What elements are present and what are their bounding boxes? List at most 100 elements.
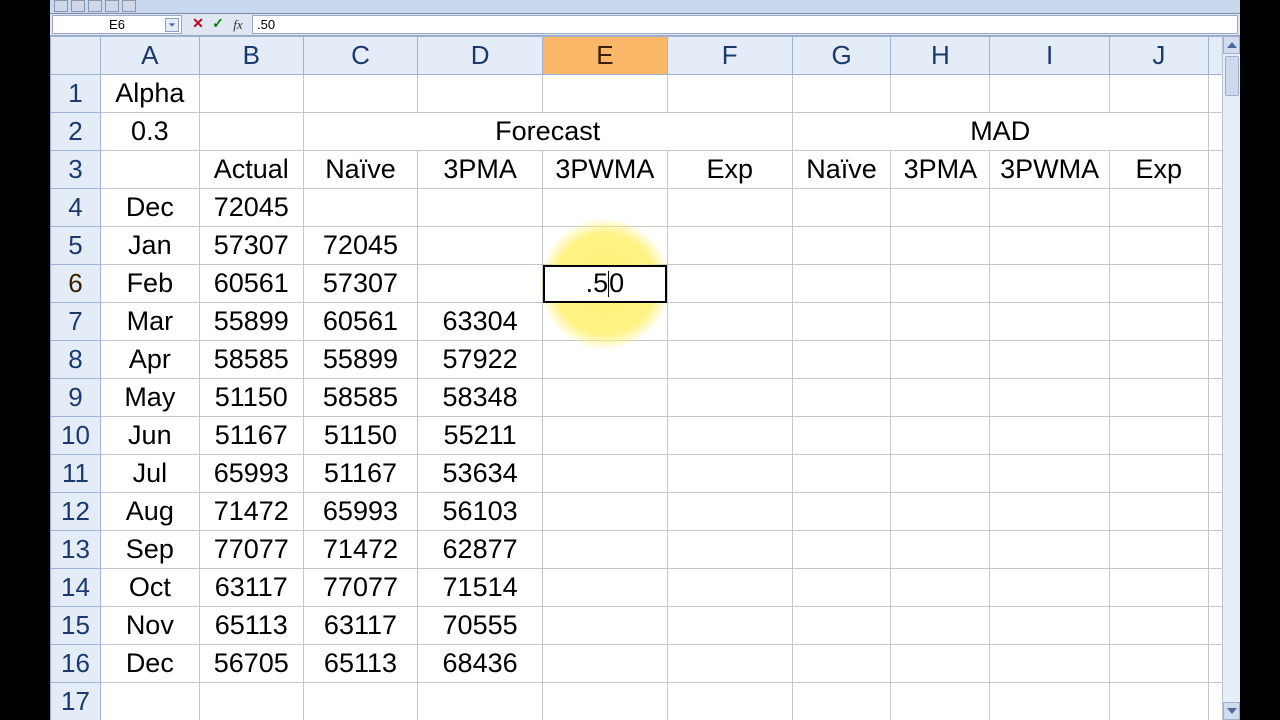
cell-3pma[interactable]: 70555 (418, 607, 543, 645)
row-header-15[interactable]: 15 (51, 607, 101, 645)
cell[interactable] (1109, 379, 1208, 417)
cell[interactable] (1109, 75, 1208, 113)
cell-3pma[interactable]: 71514 (418, 569, 543, 607)
cell[interactable] (891, 569, 990, 607)
cell-naive[interactable]: 51150 (303, 417, 417, 455)
cell-3pma[interactable]: 62877 (418, 531, 543, 569)
cell-naive[interactable]: 77077 (303, 569, 417, 607)
cell-actual[interactable]: 58585 (199, 341, 303, 379)
cell-exp[interactable] (667, 227, 792, 265)
cell-actual[interactable]: 55899 (199, 303, 303, 341)
cell-3pwma[interactable] (543, 341, 668, 379)
cell[interactable] (792, 607, 891, 645)
row-header-4[interactable]: 4 (51, 189, 101, 227)
cell-actual[interactable]: 65113 (199, 607, 303, 645)
cell-3pwma[interactable] (543, 455, 668, 493)
cell[interactable] (891, 683, 990, 720)
row-header-6[interactable]: 6 (51, 265, 101, 303)
cell-month[interactable]: Sep (100, 531, 199, 569)
cell[interactable] (990, 379, 1110, 417)
cell-3pma[interactable] (418, 227, 543, 265)
cell-exp[interactable] (667, 417, 792, 455)
header-mad-naive[interactable]: Naïve (792, 151, 891, 189)
worksheet-grid[interactable]: A B C D E F G H I J 1 Alpha 2 0.3 Foreca… (50, 36, 1240, 720)
cell-3pwma[interactable] (543, 227, 668, 265)
cell[interactable] (990, 683, 1110, 720)
column-header-G[interactable]: G (792, 37, 891, 75)
cell-naive[interactable]: 65993 (303, 493, 417, 531)
forecast-header[interactable]: Forecast (303, 113, 792, 151)
cell-A1[interactable]: Alpha (100, 75, 199, 113)
cell-3pma[interactable]: 58348 (418, 379, 543, 417)
cell-month[interactable]: Jul (100, 455, 199, 493)
header-exp[interactable]: Exp (667, 151, 792, 189)
cell[interactable] (891, 189, 990, 227)
cell-month[interactable]: Feb (100, 265, 199, 303)
cell-exp[interactable] (667, 569, 792, 607)
cell-month[interactable]: Apr (100, 341, 199, 379)
cell[interactable] (418, 75, 543, 113)
cell[interactable] (990, 607, 1110, 645)
cell-naive[interactable]: 58585 (303, 379, 417, 417)
cell-exp[interactable] (667, 493, 792, 531)
cell-exp[interactable] (667, 303, 792, 341)
cell[interactable] (303, 75, 417, 113)
cell-3pwma[interactable] (543, 303, 668, 341)
cell-3pma[interactable]: 53634 (418, 455, 543, 493)
column-header-B[interactable]: B (199, 37, 303, 75)
cell[interactable] (1109, 645, 1208, 683)
cell[interactable] (990, 569, 1110, 607)
cell[interactable] (1109, 455, 1208, 493)
cell-3pma[interactable] (418, 265, 543, 303)
cell-exp[interactable] (667, 645, 792, 683)
cell[interactable] (891, 75, 990, 113)
row-header-17[interactable]: 17 (51, 683, 101, 720)
cell[interactable] (792, 645, 891, 683)
cell[interactable] (792, 227, 891, 265)
cell-3pwma[interactable] (543, 607, 668, 645)
enter-button[interactable]: ✓ (210, 17, 226, 33)
column-header-E[interactable]: E (543, 37, 668, 75)
column-header-A[interactable]: A (100, 37, 199, 75)
cell[interactable] (303, 683, 417, 720)
cell[interactable] (1109, 265, 1208, 303)
cell[interactable] (1109, 607, 1208, 645)
cell[interactable] (990, 265, 1110, 303)
cell[interactable] (1109, 417, 1208, 455)
vertical-scrollbar[interactable] (1222, 36, 1240, 720)
mad-header[interactable]: MAD (792, 113, 1208, 151)
cell[interactable] (1109, 569, 1208, 607)
cell[interactable] (792, 265, 891, 303)
cell-month[interactable]: Dec (100, 645, 199, 683)
row-header-8[interactable]: 8 (51, 341, 101, 379)
cell[interactable] (891, 227, 990, 265)
row-header-16[interactable]: 16 (51, 645, 101, 683)
cell[interactable] (990, 303, 1110, 341)
cell[interactable] (891, 455, 990, 493)
cell-exp[interactable] (667, 379, 792, 417)
cell[interactable] (891, 607, 990, 645)
cell[interactable] (990, 417, 1110, 455)
row-header-9[interactable]: 9 (51, 379, 101, 417)
cell[interactable] (990, 645, 1110, 683)
cell-month[interactable]: May (100, 379, 199, 417)
cell-actual[interactable]: 56705 (199, 645, 303, 683)
name-box[interactable]: E6 (52, 15, 182, 34)
cell-3pwma[interactable] (543, 379, 668, 417)
name-box-dropdown[interactable] (165, 18, 179, 32)
cell[interactable] (1109, 189, 1208, 227)
scroll-up-button[interactable] (1223, 36, 1240, 54)
header-mad-exp[interactable]: Exp (1109, 151, 1208, 189)
cell[interactable] (990, 227, 1110, 265)
cell-actual[interactable]: 57307 (199, 227, 303, 265)
cell[interactable] (667, 683, 792, 720)
header-3pwma[interactable]: 3PWMA (543, 151, 668, 189)
row-header-1[interactable]: 1 (51, 75, 101, 113)
cell-exp[interactable] (667, 455, 792, 493)
cell[interactable] (891, 645, 990, 683)
row-header-7[interactable]: 7 (51, 303, 101, 341)
cell-naive[interactable]: 51167 (303, 455, 417, 493)
cell[interactable] (891, 531, 990, 569)
cell[interactable] (792, 341, 891, 379)
cell-month[interactable]: Jun (100, 417, 199, 455)
